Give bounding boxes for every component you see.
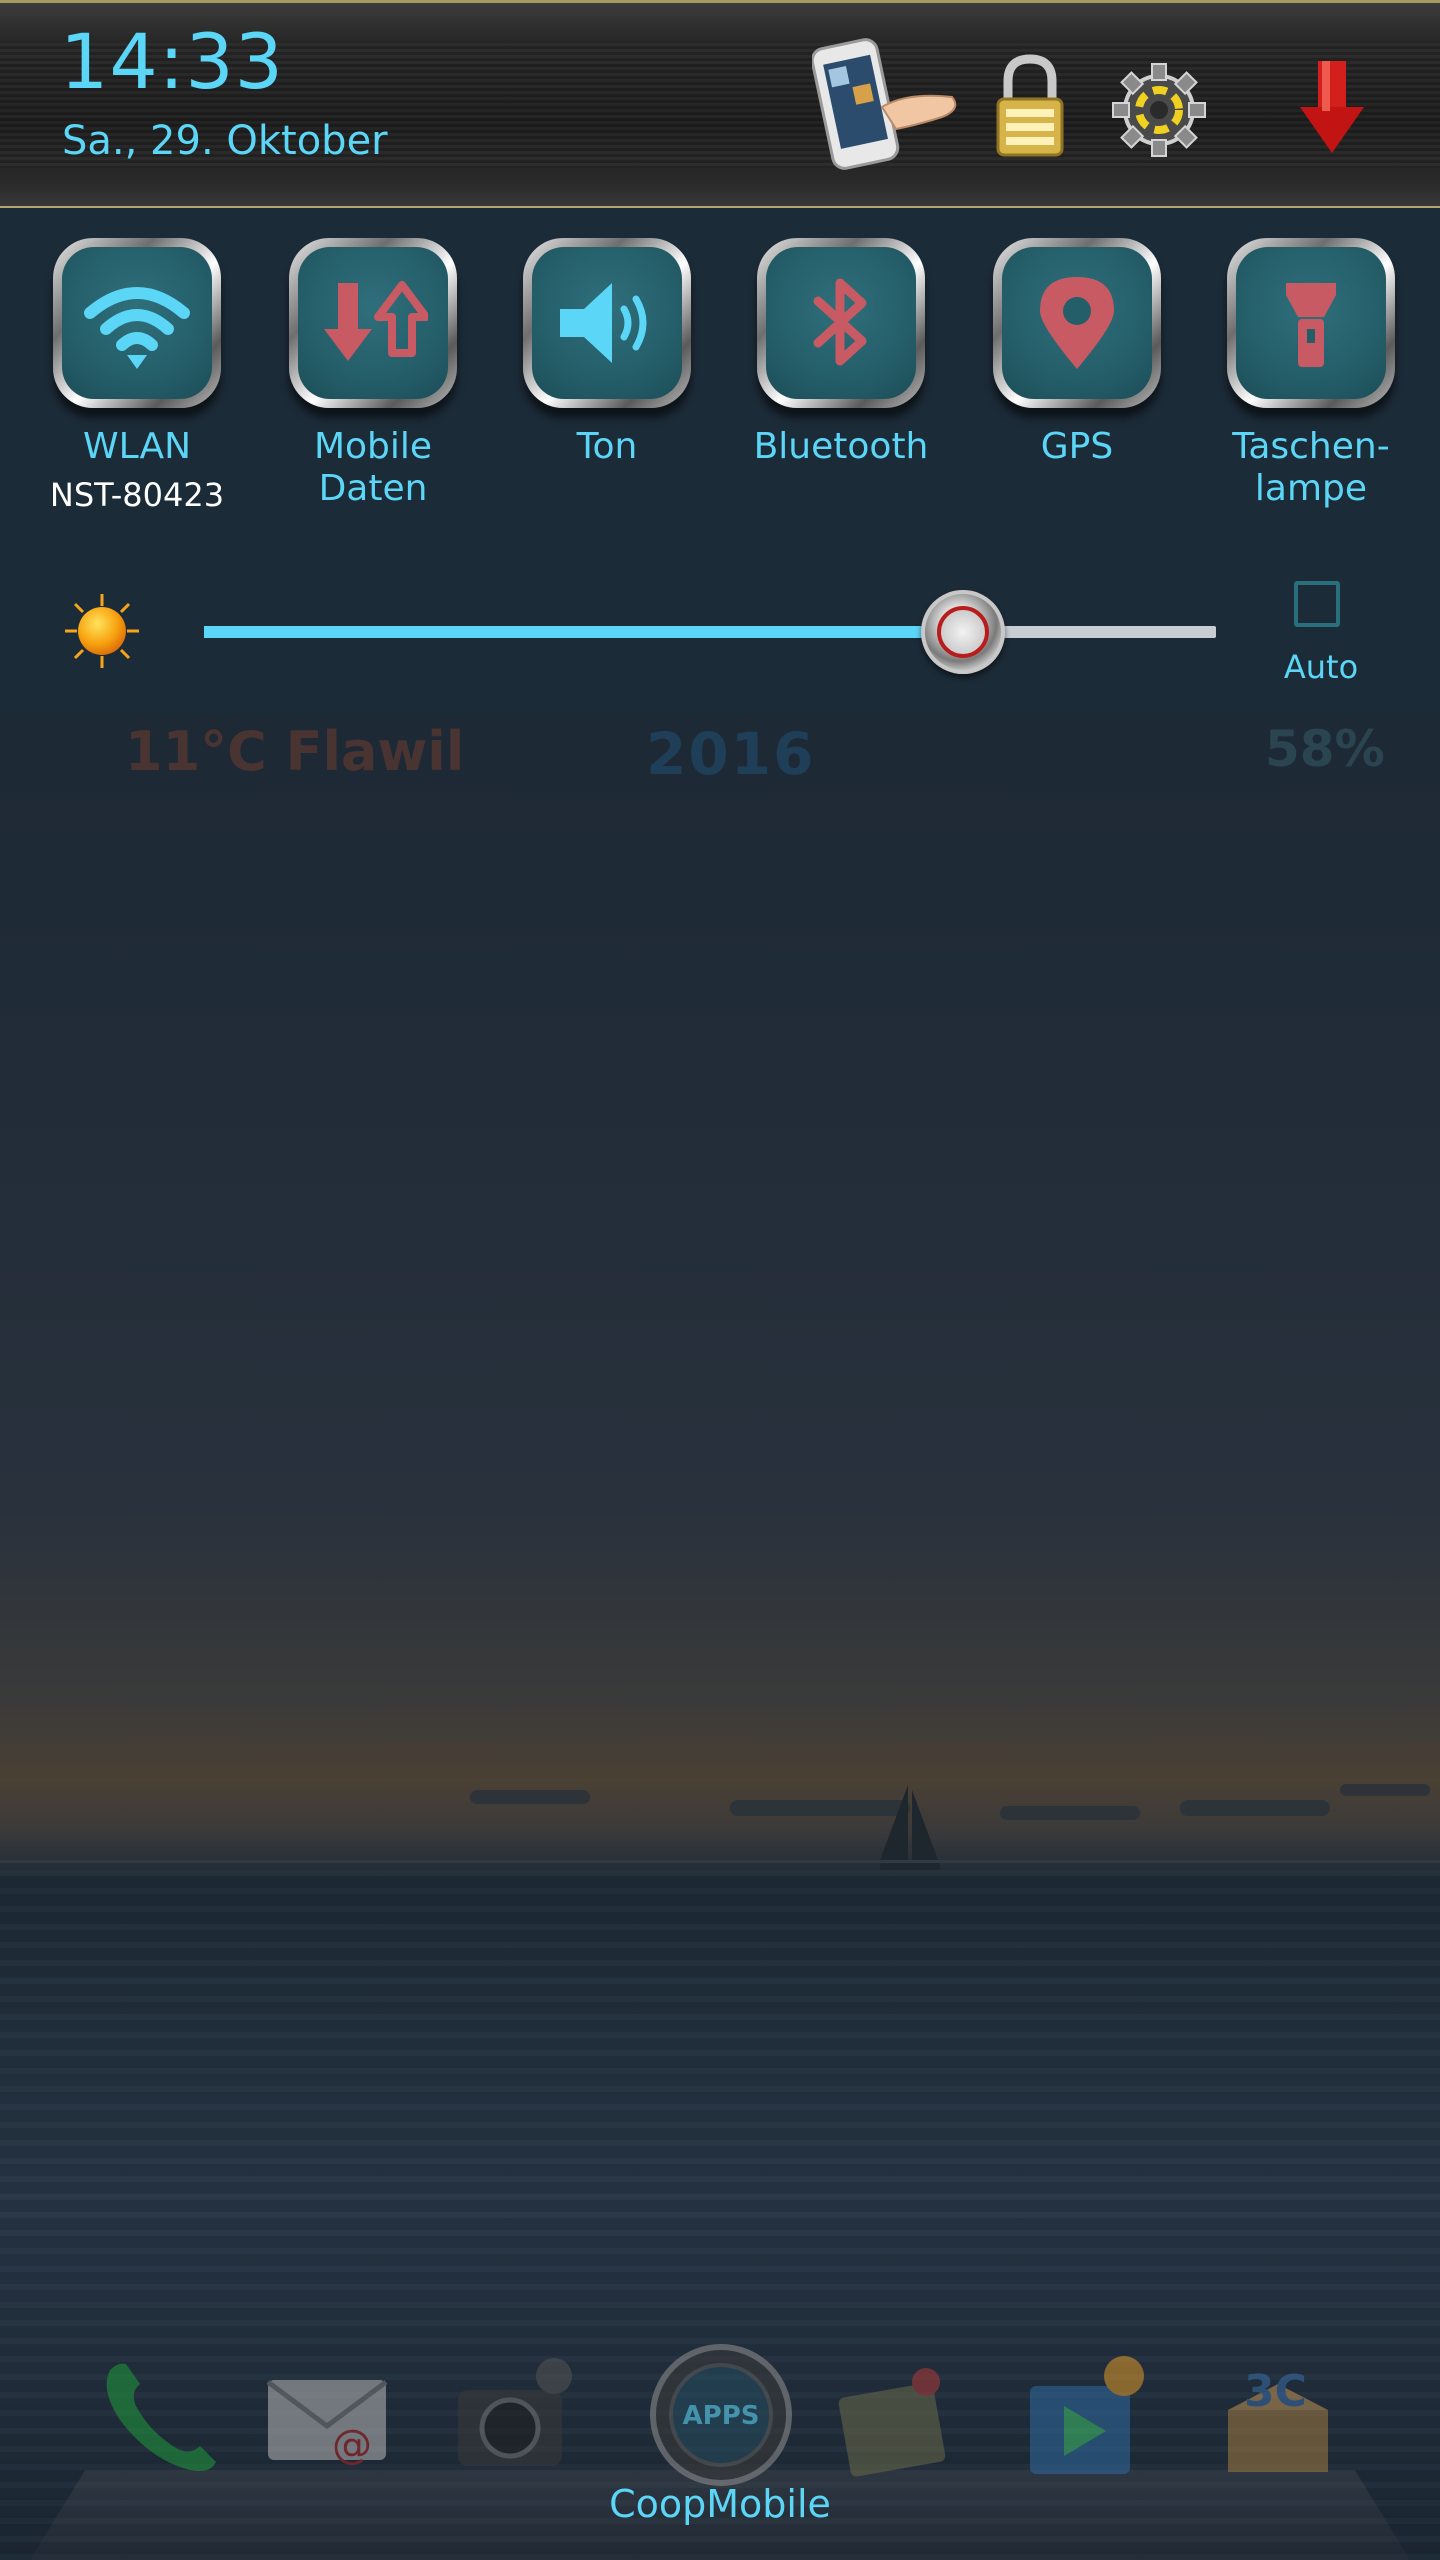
screenshot-icon[interactable] bbox=[812, 37, 962, 177]
svg-text:APPS: APPS bbox=[683, 2401, 760, 2431]
weather-widget: 11°C Flawil bbox=[125, 720, 465, 783]
clock: 14:33 bbox=[60, 17, 285, 106]
tile-label: Taschen- lampe bbox=[1232, 426, 1390, 509]
wlan-network-name: NST-80423 bbox=[49, 476, 225, 514]
mobile-data-toggle-button[interactable] bbox=[289, 238, 457, 408]
flashlight-icon bbox=[1286, 283, 1336, 367]
gps-icon bbox=[1040, 277, 1114, 369]
flashlight-toggle-button[interactable] bbox=[1227, 238, 1395, 408]
carrier-label: CoopMobile bbox=[609, 2482, 831, 2526]
tile-flashlight[interactable]: Taschen- lampe bbox=[1206, 238, 1416, 510]
mobile-data-icon bbox=[324, 281, 428, 361]
svg-text:3C: 3C bbox=[1244, 2366, 1307, 2417]
brightness-slider-fill bbox=[204, 626, 963, 638]
tile-mobile-data[interactable]: Mobile Daten bbox=[268, 238, 478, 510]
brightness-slider[interactable] bbox=[204, 590, 1216, 674]
collapse-arrow-icon[interactable] bbox=[1296, 57, 1368, 157]
brightness-sun-icon bbox=[65, 594, 139, 668]
email-icon[interactable]: @ bbox=[262, 2350, 392, 2480]
date: Sa., 29. Oktober bbox=[62, 118, 388, 164]
auto-brightness-checkbox[interactable] bbox=[1294, 581, 1340, 627]
phone-icon[interactable] bbox=[90, 2350, 230, 2480]
camera-icon[interactable] bbox=[448, 2350, 588, 2480]
app-box-icon[interactable]: 3C bbox=[1214, 2350, 1354, 2480]
apps-drawer-icon[interactable]: APPS bbox=[648, 2342, 794, 2488]
bluetooth-toggle-button[interactable] bbox=[757, 238, 925, 408]
tile-label: Mobile Daten bbox=[313, 426, 433, 509]
auto-brightness-label: Auto bbox=[1283, 648, 1359, 686]
tile-sound[interactable]: Ton bbox=[502, 238, 712, 468]
tile-label: WLAN bbox=[82, 426, 192, 467]
wifi-icon bbox=[84, 287, 190, 369]
brightness-slider-knob[interactable] bbox=[921, 590, 1005, 674]
bluetooth-icon bbox=[813, 278, 867, 366]
play-store-icon[interactable] bbox=[1020, 2350, 1160, 2480]
svg-text:@: @ bbox=[332, 2422, 372, 2468]
settings-gear-icon[interactable] bbox=[1106, 61, 1212, 159]
sound-icon bbox=[560, 283, 647, 363]
tile-label: Ton bbox=[576, 426, 638, 467]
tile-label: Bluetooth bbox=[753, 426, 929, 467]
quick-settings-panel: WLAN NST-80423 Mobile Daten Ton Bluetoot… bbox=[0, 208, 1440, 713]
year-widget: 2016 bbox=[646, 720, 816, 788]
gps-toggle-button[interactable] bbox=[993, 238, 1161, 408]
status-header: 14:33 Sa., 29. Oktober bbox=[0, 0, 1440, 208]
sound-toggle-button[interactable] bbox=[523, 238, 691, 408]
lock-icon[interactable] bbox=[990, 51, 1070, 161]
tile-bluetooth[interactable]: Bluetooth bbox=[736, 238, 946, 468]
wlan-toggle-button[interactable] bbox=[53, 238, 221, 408]
tile-gps[interactable]: GPS bbox=[972, 238, 1182, 468]
tile-label: GPS bbox=[1040, 426, 1114, 467]
battery-widget: 58% bbox=[1265, 720, 1385, 778]
gallery-icon[interactable] bbox=[830, 2350, 970, 2480]
sailboat-silhouette bbox=[880, 1785, 940, 1870]
tile-wlan[interactable]: WLAN NST-80423 bbox=[32, 238, 242, 516]
